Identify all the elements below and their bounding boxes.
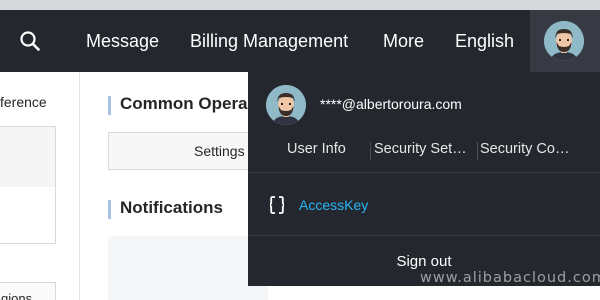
accesskey-menu-item[interactable]: AccessKey (248, 175, 600, 235)
search-icon[interactable] (19, 30, 41, 52)
common-operations-title: Common Opera (108, 94, 248, 115)
browser-top-strip (0, 0, 600, 10)
link-separator (477, 142, 478, 160)
dropdown-avatar-icon (266, 85, 306, 125)
user-email: ****@albertoroura.com (320, 96, 462, 112)
settings-label: Settings (194, 143, 245, 159)
left-partial-label: ference (0, 94, 47, 110)
settings-button[interactable]: Settings (108, 132, 268, 170)
code-brackets-icon (268, 196, 286, 214)
security-control-link[interactable]: Security Co… (480, 141, 582, 157)
console-page: ference gions Common Opera Settings Noti… (0, 0, 600, 300)
left-regions-button[interactable]: gions (0, 282, 56, 300)
site-watermark: www.alibabacloud.com (420, 270, 600, 286)
account-dropdown: ****@albertoroura.com User Info Security… (248, 72, 600, 286)
notifications-panel (108, 236, 268, 300)
left-column: ference gions (0, 72, 80, 300)
dropdown-divider (248, 172, 600, 173)
security-settings-link[interactable]: Security Set… (374, 141, 476, 157)
nav-message[interactable]: Message (86, 28, 159, 54)
top-navbar: Message Billing Management More English (0, 10, 600, 72)
account-links: User Info Security Set… Security Co… (248, 138, 600, 162)
user-avatar-icon (544, 21, 584, 61)
accesskey-label: AccessKey (299, 197, 369, 213)
left-card-header (0, 127, 55, 187)
user-info-link[interactable]: User Info (287, 141, 367, 157)
nav-language[interactable]: English (455, 28, 514, 54)
nav-billing-management[interactable]: Billing Management (190, 28, 348, 54)
link-separator (370, 142, 371, 160)
left-regions-label: gions (1, 291, 33, 300)
dropdown-divider (248, 235, 600, 236)
nav-more[interactable]: More (383, 28, 424, 54)
left-card (0, 126, 56, 244)
notifications-title: Notifications (108, 198, 223, 219)
account-menu-trigger[interactable] (530, 10, 600, 72)
